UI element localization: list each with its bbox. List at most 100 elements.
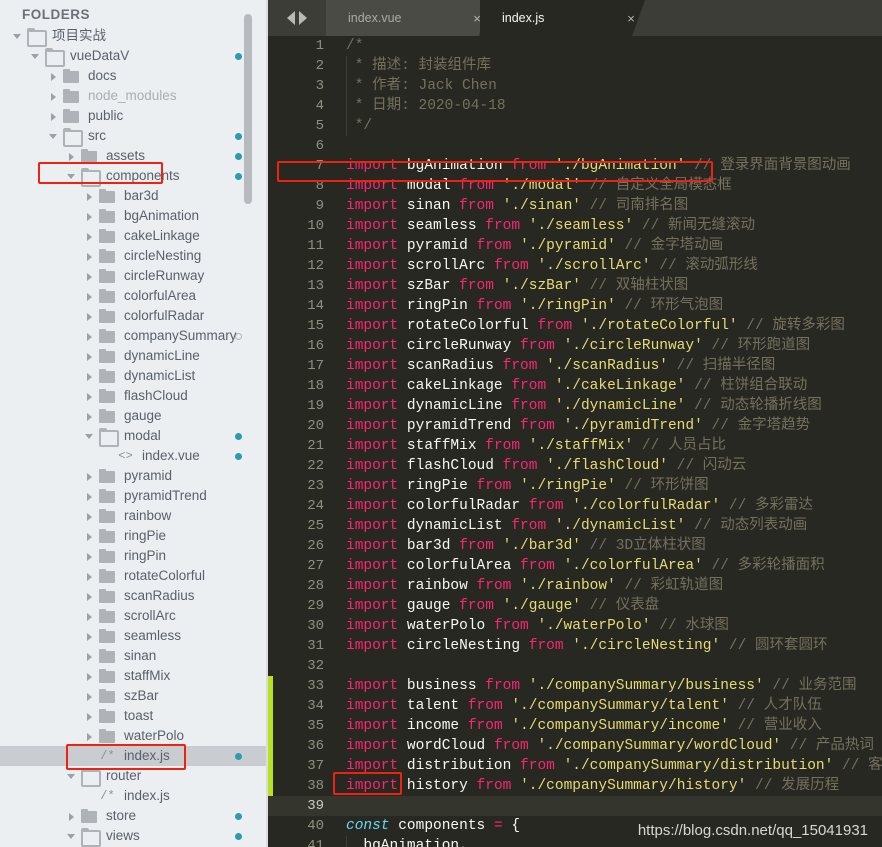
tree-item-circlerunway[interactable]: circleRunway [0,266,268,286]
chevron-right-icon[interactable] [84,511,95,522]
chevron-right-icon[interactable] [48,111,59,122]
tree-item-dynamicline[interactable]: dynamicLine [0,346,268,366]
tree-item-toast[interactable]: toast [0,706,268,726]
chevron-right-icon[interactable] [48,71,59,82]
tree-item-companysummary[interactable]: companySummary [0,326,268,346]
code-line-13[interactable]: 13 import szBar from './szBar' // 双轴柱状图 [268,276,882,296]
tree-item-sinan[interactable]: sinan [0,646,268,666]
chevron-right-icon[interactable] [84,711,95,722]
tree-item-seamless[interactable]: seamless [0,626,268,646]
chevron-right-icon[interactable] [84,291,95,302]
code-line-33[interactable]: 33 import business from './companySummary… [268,676,882,696]
chevron-right-icon[interactable] [48,91,59,102]
tree-item-src[interactable]: src [0,126,268,147]
code-line-23[interactable]: 23 import ringPie from './ringPie' // 环形饼… [268,476,882,496]
code-line-6[interactable]: 6 [268,136,882,156]
tree-item-colorfulradar[interactable]: colorfulRadar [0,306,268,326]
chevron-right-icon[interactable] [84,231,95,242]
tree-item--[interactable]: 项目实战 [0,26,268,47]
tree-item-components[interactable]: components [0,166,268,187]
arrow-right-icon[interactable] [299,11,307,25]
chevron-down-icon[interactable] [48,131,59,142]
tree-item-dynamiclist[interactable]: dynamicList [0,366,268,386]
chevron-down-icon[interactable] [30,51,41,62]
tree-item-rotatecolorful[interactable]: rotateColorful [0,566,268,586]
chevron-right-icon[interactable] [84,471,95,482]
arrow-left-icon[interactable] [287,11,295,25]
chevron-down-icon[interactable] [66,831,77,842]
close-icon[interactable]: × [617,11,645,26]
chevron-right-icon[interactable] [66,811,77,822]
chevron-right-icon[interactable] [84,531,95,542]
tree-item-staffmix[interactable]: staffMix [0,666,268,686]
code-line-15[interactable]: 15 import rotateColorful from './rotateCo… [268,316,882,336]
chevron-right-icon[interactable] [84,331,95,342]
code-line-25[interactable]: 25 import dynamicList from './dynamicList… [268,516,882,536]
code-line-22[interactable]: 22 import flashCloud from './flashCloud' … [268,456,882,476]
chevron-right-icon[interactable] [84,191,95,202]
chevron-right-icon[interactable] [84,631,95,642]
code-line-10[interactable]: 10 import seamless from './seamless' // 新… [268,216,882,236]
tree-item-public[interactable]: public [0,106,268,126]
code-line-11[interactable]: 11 import pyramid from './pyramid' // 金字塔… [268,236,882,256]
code-line-29[interactable]: 29 import gauge from './gauge' // 仪表盘 [268,596,882,616]
tree-item-rainbow[interactable]: rainbow [0,506,268,526]
chevron-down-icon[interactable] [84,431,95,442]
chevron-right-icon[interactable] [66,151,77,162]
chevron-right-icon[interactable] [84,271,95,282]
tree-item-flashcloud[interactable]: flashCloud [0,386,268,406]
code-line-7[interactable]: 7 import bgAnimation from './bgAnimation'… [268,156,882,176]
code-line-39[interactable]: 39 [268,796,882,816]
chevron-right-icon[interactable] [84,551,95,562]
chevron-right-icon[interactable] [84,351,95,362]
tree-item-index-js[interactable]: /* index.js [0,746,268,766]
code-line-12[interactable]: 12 import scrollArc from './scrollArc' //… [268,256,882,276]
code-line-24[interactable]: 24 import colorfulRadar from './colorfulR… [268,496,882,516]
code-line-37[interactable]: 37 import distribution from './companySum… [268,756,882,776]
chevron-right-icon[interactable] [84,731,95,742]
code-line-32[interactable]: 32 [268,656,882,676]
editor-tabbar[interactable]: index.vue × index.js × [268,0,882,36]
tree-item-colorfularea[interactable]: colorfulArea [0,286,268,306]
code-line-4[interactable]: 4 * 日期: 2020-04-18 [268,96,882,116]
chevron-right-icon[interactable] [84,651,95,662]
code-line-34[interactable]: 34 import talent from './companySummary/t… [268,696,882,716]
tree-item-pyramidtrend[interactable]: pyramidTrend [0,486,268,506]
tree-item-store[interactable]: store [0,806,268,826]
chevron-right-icon[interactable] [84,491,95,502]
code-line-19[interactable]: 19 import dynamicLine from './dynamicLine… [268,396,882,416]
code-viewport[interactable]: 1/* 2 * 描述: 封装组件库 3 * 作者: Jack Chen 4 * 日期:… [268,36,882,847]
code-line-8[interactable]: 8 import modal from './modal' // 自定义全局模态框 [268,176,882,196]
code-line-27[interactable]: 27 import colorfulArea from './colorfulAr… [268,556,882,576]
tree-item-szbar[interactable]: szBar [0,686,268,706]
file-tree[interactable]: 项目实战 vueDataV docs node_modules public src ass… [0,26,268,847]
chevron-right-icon[interactable] [84,251,95,262]
chevron-down-icon[interactable] [66,171,77,182]
code-line-28[interactable]: 28 import rainbow from './rainbow' // 彩虹轨… [268,576,882,596]
chevron-right-icon[interactable] [84,391,95,402]
tab-nav-arrows[interactable] [268,0,326,36]
tree-item-waterpolo[interactable]: waterPolo [0,726,268,746]
tree-item-bganimation[interactable]: bgAnimation [0,206,268,226]
tree-item-index-js[interactable]: /* index.js [0,786,268,806]
code-line-5[interactable]: 5 */ [268,116,882,136]
code-line-35[interactable]: 35 import income from './companySummary/i… [268,716,882,736]
chevron-right-icon[interactable] [84,691,95,702]
chevron-right-icon[interactable] [84,571,95,582]
tree-item-router[interactable]: router [0,766,268,787]
code-lines[interactable]: 1/* 2 * 描述: 封装组件库 3 * 作者: Jack Chen 4 * 日期:… [268,36,882,847]
code-line-18[interactable]: 18 import cakeLinkage from './cakeLinkage… [268,376,882,396]
code-line-26[interactable]: 26 import bar3d from './bar3d' // 3D立体柱状图 [268,536,882,556]
code-line-16[interactable]: 16 import circleRunway from './circleRunw… [268,336,882,356]
tree-item-ringpin[interactable]: ringPin [0,546,268,566]
file-tree-sidebar[interactable]: FOLDERS 项目实战 vueDataV docs node_modules publ… [0,0,268,847]
chevron-right-icon[interactable] [84,371,95,382]
chevron-right-icon[interactable] [84,611,95,622]
tree-item-scanradius[interactable]: scanRadius [0,586,268,606]
code-line-17[interactable]: 17 import scanRadius from './scanRadius' … [268,356,882,376]
chevron-right-icon[interactable] [84,411,95,422]
tree-item-pyramid[interactable]: pyramid [0,466,268,486]
code-line-2[interactable]: 2 * 描述: 封装组件库 [268,56,882,76]
tree-item-ringpie[interactable]: ringPie [0,526,268,546]
tree-item-node-modules[interactable]: node_modules [0,86,268,106]
